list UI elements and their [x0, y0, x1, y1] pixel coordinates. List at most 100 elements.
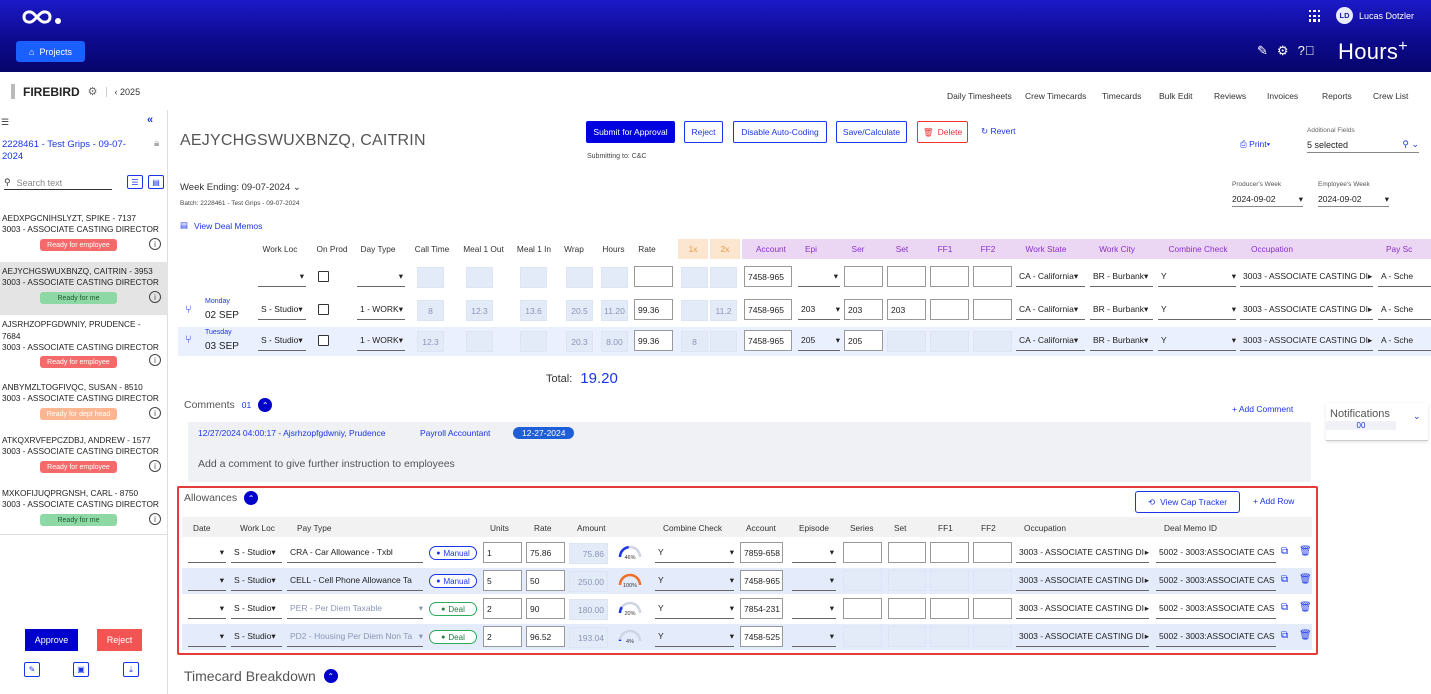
combine-check-select[interactable]: Y ▾	[655, 570, 734, 591]
account-input[interactable]: 7859-658	[740, 542, 783, 563]
rate-input[interactable]: 75.86	[526, 542, 565, 563]
ff1-input[interactable]	[930, 266, 969, 287]
ff2-input[interactable]	[973, 299, 1012, 320]
user-menu[interactable]: LD Lucas Dotzler	[1336, 7, 1414, 24]
info-icon[interactable]: i	[149, 238, 161, 250]
chevron-down-icon[interactable]: ⌄	[1413, 411, 1421, 422]
combine-check-select[interactable]: Y ▾	[1158, 266, 1236, 287]
rate-input[interactable]: 50	[526, 570, 565, 591]
ff1-input[interactable]	[930, 626, 969, 647]
work-state-select[interactable]: CA - California ▾	[1016, 299, 1085, 320]
work-city-select[interactable]: BR - Burbank ▾	[1090, 266, 1153, 287]
rate-input[interactable]: 99.36	[634, 330, 673, 351]
units-input[interactable]: 2	[483, 626, 522, 647]
projects-button[interactable]: ⌂ Projects	[16, 41, 85, 62]
employee-item[interactable]: MXKOFIJUQPRGNSH, CARL - 8750 3003 - ASSOC…	[0, 484, 168, 537]
notifications-panel[interactable]: Notifications 00 ⌄	[1326, 403, 1428, 441]
call-time-input[interactable]	[417, 267, 444, 288]
employee-item[interactable]: AEDXPGCNIHSLYZT, SPIKE - 7137 3003 - ASSO…	[0, 209, 168, 262]
occupation-select[interactable]: 3003 - ASSOCIATE CASTING DI ▸	[1016, 598, 1149, 619]
filter-icon[interactable]: ☰	[127, 175, 143, 189]
work-loc-select[interactable]: ▾	[258, 266, 306, 287]
day-type-select[interactable]: 1 - WORK ▾	[357, 330, 405, 351]
apps-grid-icon[interactable]	[1309, 10, 1321, 22]
meal-out-input[interactable]	[466, 267, 493, 288]
folder-icon[interactable]: ▣	[73, 662, 89, 677]
rate-input[interactable]: 90	[526, 598, 565, 619]
split-icon[interactable]: ⑂	[185, 304, 192, 316]
episode-select[interactable]: ▾	[792, 626, 836, 647]
nav-reports[interactable]: Reports	[1322, 91, 1352, 101]
account-input[interactable]: 7458-965	[744, 330, 792, 351]
meal-in-input[interactable]: 13.6	[520, 300, 547, 321]
on-prod-checkbox[interactable]	[318, 304, 329, 315]
call-time-input[interactable]: 12.3	[417, 331, 444, 352]
nav-daily-timesheets[interactable]: Daily Timesheets	[947, 91, 1012, 101]
save-calculate-button[interactable]: Save/Calculate	[836, 121, 907, 143]
info-icon[interactable]: i	[149, 460, 161, 472]
ff1-input[interactable]	[930, 542, 969, 563]
split-icon[interactable]: ⑂	[185, 334, 192, 346]
day-type-select[interactable]: ▾	[357, 266, 405, 287]
wrap-input[interactable]: 20.3	[566, 331, 593, 352]
day-type-select[interactable]: 1 - WORK ▾	[357, 299, 405, 320]
ff2-input[interactable]	[973, 266, 1012, 287]
employee-item[interactable]: AEJYCHGSWUXBNZQ, CAITRIN - 3953 3003 - AS…	[0, 262, 168, 315]
rate-input[interactable]	[634, 266, 673, 287]
view-cap-tracker-button[interactable]: ⟲ View Cap Tracker	[1135, 491, 1240, 513]
work-loc-select[interactable]: S - Studio ▾	[231, 542, 282, 563]
combine-check-select[interactable]: Y ▾	[1158, 330, 1236, 351]
ff2-input[interactable]	[973, 570, 1012, 591]
deal-memo-select[interactable]: 5002 - 3003:ASSOCIATE CAS	[1156, 542, 1276, 563]
set-input[interactable]: 203	[887, 299, 926, 320]
date-select[interactable]: ▾	[188, 598, 226, 619]
add-comment-button[interactable]: + Add Comment	[1232, 404, 1293, 414]
comment-input[interactable]: Add a comment to give further instructio…	[198, 458, 455, 470]
series-input[interactable]	[843, 570, 882, 591]
pay-type-select[interactable]: PD2 - Housing Per Diem Non Ta ▾	[287, 626, 423, 647]
work-loc-select[interactable]: S - Studio ▾	[231, 570, 282, 591]
set-input[interactable]	[887, 331, 926, 352]
on-prod-checkbox[interactable]	[318, 271, 329, 282]
wrap-input[interactable]: 20.5	[566, 300, 593, 321]
date-select[interactable]: ▾	[188, 626, 226, 647]
help-icon[interactable]: ?⃝	[1298, 43, 1315, 59]
x2-input[interactable]	[710, 331, 737, 352]
copy-icon[interactable]: ⧉	[1281, 546, 1288, 557]
units-input[interactable]: 2	[483, 598, 522, 619]
info-icon[interactable]: i	[149, 354, 161, 366]
occupation-select[interactable]: 3003 - ASSOCIATE CASTING DI ▸	[1240, 266, 1373, 287]
delete-button[interactable]: 🗑︎ Delete	[917, 121, 968, 143]
units-input[interactable]: 5	[483, 570, 522, 591]
submit-approval-button[interactable]: Submit for Approval	[586, 121, 675, 143]
account-input[interactable]: 7458-965	[740, 570, 783, 591]
work-city-select[interactable]: BR - Burbank ▾	[1090, 330, 1153, 351]
app-logo-icon[interactable]	[18, 6, 64, 28]
download-icon[interactable]: ⤓	[123, 662, 139, 677]
occupation-select[interactable]: 3003 - ASSOCIATE CASTING DI ▸	[1016, 626, 1149, 647]
set-input[interactable]	[888, 542, 926, 563]
sort-icon[interactable]: ▤	[148, 175, 164, 189]
info-icon[interactable]: i	[149, 291, 161, 303]
view-deal-memos-link[interactable]: ▤ View Deal Memos	[180, 220, 262, 231]
trash-icon[interactable]: 🗑︎	[1299, 574, 1312, 585]
copy-icon[interactable]: ⧉	[1281, 574, 1288, 585]
menu-icon[interactable]: ☰	[1, 117, 9, 128]
episode-select[interactable]: 205 ▾	[798, 330, 840, 351]
work-city-select[interactable]: BR - Burbank ▾	[1090, 299, 1153, 320]
work-state-select[interactable]: CA - California ▾	[1016, 330, 1085, 351]
occupation-select[interactable]: 3003 - ASSOCIATE CASTING DI ▸	[1240, 299, 1373, 320]
info-icon[interactable]: i	[149, 513, 161, 525]
series-input[interactable]	[844, 266, 883, 287]
add-row-button[interactable]: + Add Row	[1253, 496, 1294, 506]
pay-schedule-select[interactable]: A - Sche	[1378, 330, 1431, 351]
nav-bulk-edit[interactable]: Bulk Edit	[1159, 91, 1193, 101]
meal-out-input[interactable]	[466, 331, 493, 352]
combine-check-select[interactable]: Y ▾	[655, 542, 734, 563]
episode-select[interactable]: ▾	[792, 598, 836, 619]
series-input[interactable]: 205	[844, 330, 883, 351]
x2-input[interactable]	[710, 267, 737, 288]
date-select[interactable]: ▾	[188, 542, 226, 563]
work-loc-select[interactable]: S - Studio ▾	[258, 299, 306, 320]
meal-out-input[interactable]: 12.3	[466, 300, 493, 321]
